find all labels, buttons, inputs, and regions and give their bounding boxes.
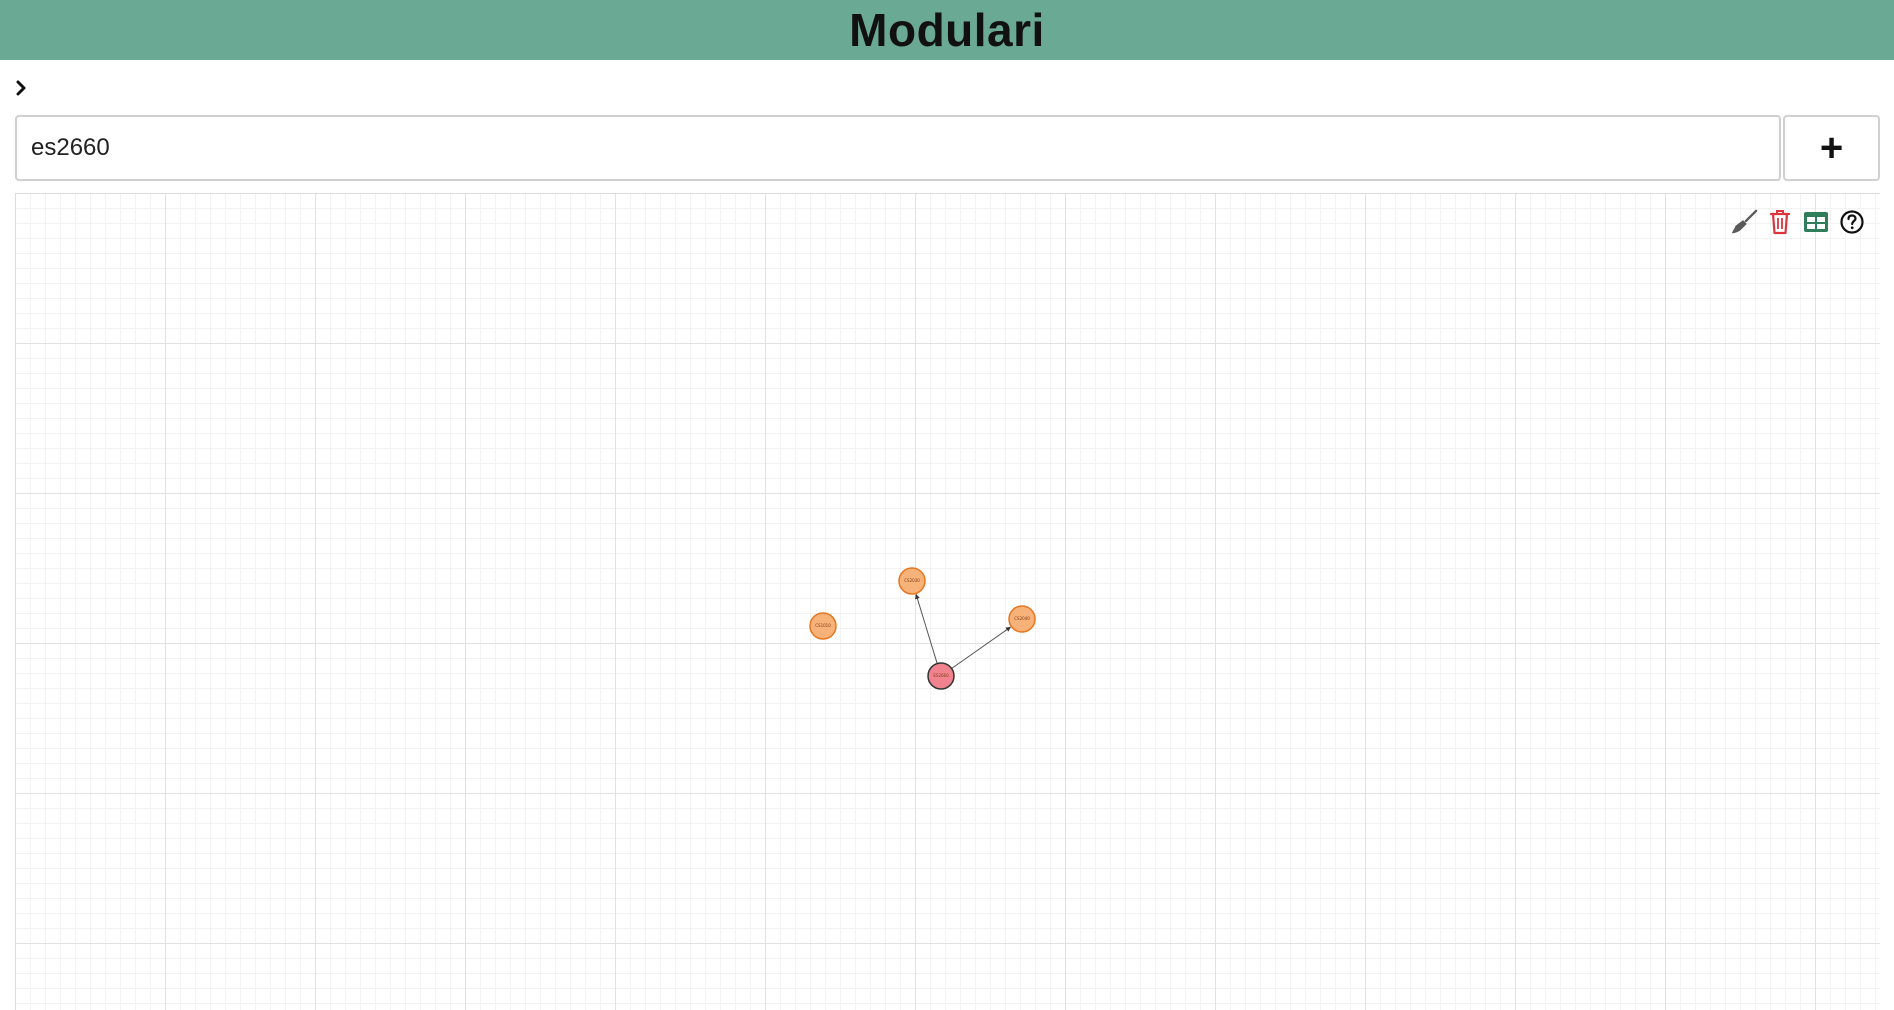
- sidebar-toggle[interactable]: [13, 78, 29, 98]
- add-module-button[interactable]: +: [1783, 115, 1880, 181]
- delete-button[interactable]: [1766, 208, 1794, 236]
- module-search-input[interactable]: [15, 115, 1781, 181]
- graph-node[interactable]: CS2040: [1008, 605, 1036, 633]
- graph-node-selected[interactable]: ES2660: [927, 662, 955, 690]
- clear-graph-button[interactable]: [1730, 208, 1758, 236]
- table-view-button[interactable]: [1802, 208, 1830, 236]
- graph-node[interactable]: CS1010: [809, 612, 837, 640]
- graph-toolbar: [1730, 208, 1866, 236]
- table-icon: [1804, 212, 1828, 232]
- chevron-right-icon: [16, 80, 26, 96]
- help-icon: [1840, 210, 1864, 234]
- app-title: Modulari: [849, 4, 1045, 56]
- brush-icon: [1731, 209, 1758, 234]
- help-button[interactable]: [1838, 208, 1866, 236]
- module-graph[interactable]: CS2030 CS2040 CS1010 ES2660: [16, 194, 1880, 1010]
- graph-edge: [951, 626, 1011, 669]
- node-label: CS2040: [1014, 616, 1030, 621]
- trash-icon: [1769, 210, 1791, 235]
- graph-canvas[interactable]: CS2030 CS2040 CS1010 ES2660: [15, 193, 1880, 1010]
- node-label: ES2660: [933, 673, 949, 678]
- graph-edge: [915, 593, 938, 664]
- app-header: Modulari: [0, 0, 1894, 60]
- node-label: CS2030: [904, 578, 920, 583]
- node-label: CS1010: [815, 623, 831, 628]
- graph-node[interactable]: CS2030: [898, 567, 926, 595]
